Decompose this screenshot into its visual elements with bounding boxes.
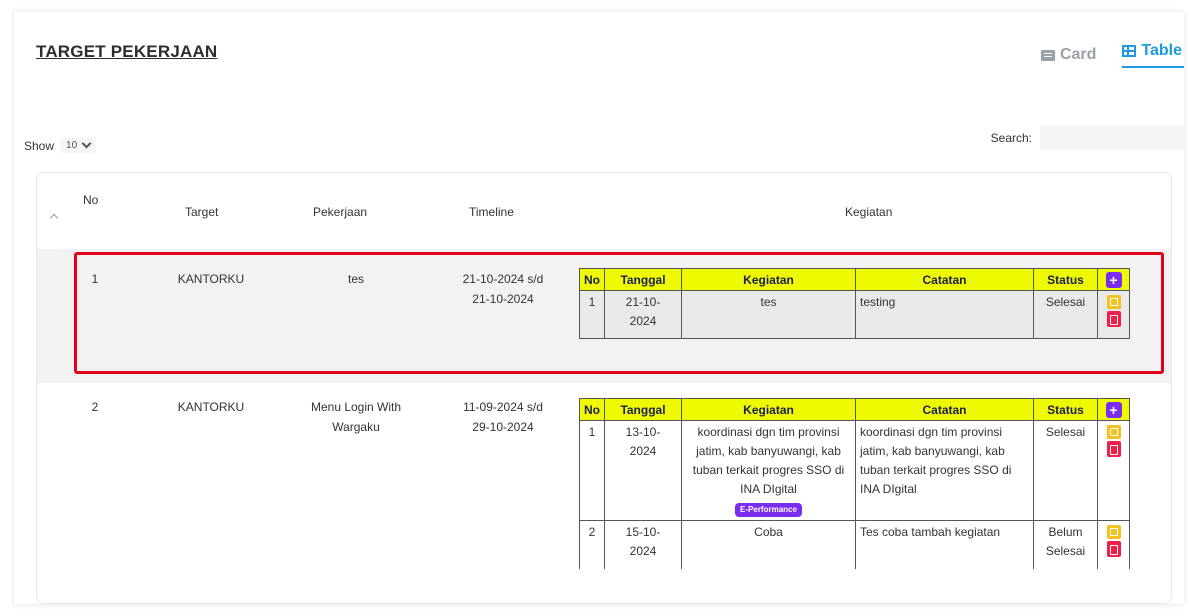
sub-header-actions: + <box>1097 398 1130 421</box>
sub-header-tanggal: Tanggal <box>604 268 682 291</box>
table-header: No Target Pekerjaan Timeline Kegiatan <box>37 173 1171 249</box>
show-label: Show <box>24 138 55 153</box>
kegiatan-subtable: No Tanggal Kegiatan Catatan Status + 1 2… <box>579 268 1130 339</box>
kegiatan-status: Selesai <box>1033 420 1098 521</box>
kegiatan-cell: koordinasi dgn tim provinsi jatim, kab b… <box>681 420 856 521</box>
table-icon <box>1122 45 1137 57</box>
sub-header-status: Status <box>1033 398 1098 421</box>
kegiatan-no: 1 <box>579 420 605 521</box>
column-header-no[interactable]: No <box>83 193 98 207</box>
kegiatan-status: Belum Selesai <box>1033 520 1098 569</box>
trash-icon[interactable] <box>1106 311 1121 327</box>
sub-header-kegiatan: Kegiatan <box>681 398 856 421</box>
column-header-pekerjaan[interactable]: Pekerjaan <box>313 205 367 219</box>
kegiatan-text: tes <box>681 290 856 339</box>
row-timeline: 21-10-2024 s/d 21-10-2024 <box>443 269 563 309</box>
search-label: Search: <box>990 131 1032 145</box>
edit-icon[interactable] <box>1106 525 1121 539</box>
edit-icon[interactable] <box>1106 425 1121 439</box>
row-target: KANTORKU <box>177 272 245 286</box>
kegiatan-text: Coba <box>681 520 856 569</box>
kegiatan-status: Selesai <box>1033 290 1098 339</box>
sub-header-no: No <box>579 398 605 421</box>
view-table-button[interactable]: Table <box>1122 42 1184 68</box>
view-table-label: Table <box>1141 42 1182 59</box>
kegiatan-catatan: koordinasi dgn tim provinsi jatim, kab b… <box>855 420 1034 521</box>
kegiatan-tanggal: 21-10- 2024 <box>604 290 682 339</box>
kegiatan-catatan: Tes coba tambah kegiatan <box>855 520 1034 569</box>
sub-header-catatan: Catatan <box>855 268 1034 291</box>
page-container: TARGET PEKERJAAN Card Table Show 10 Sear… <box>14 12 1184 604</box>
page-length-select[interactable]: 10 <box>60 138 97 153</box>
kegiatan-actions <box>1097 290 1130 339</box>
page-length-value: 10 <box>66 140 78 151</box>
target-table: No Target Pekerjaan Timeline Kegiatan 1 … <box>36 172 1172 604</box>
kegiatan-tanggal: 15-10- 2024 <box>604 520 682 569</box>
search-control: Search: <box>991 126 1184 150</box>
page-title: TARGET PEKERJAAN <box>36 42 218 61</box>
table-row: 2 KANTORKU Menu Login With Wargaku 11-09… <box>37 383 1171 603</box>
view-toggle: Card Table <box>1040 42 1184 68</box>
row-pekerjaan: tes <box>347 272 364 286</box>
kegiatan-subtable: No Tanggal Kegiatan Catatan Status + 1 1… <box>579 398 1130 569</box>
trash-icon[interactable] <box>1106 441 1121 457</box>
kegiatan-row: 1 21-10- 2024 tes testing Selesai <box>579 290 1130 339</box>
kegiatan-no: 1 <box>579 290 605 339</box>
kegiatan-no: 2 <box>579 520 605 569</box>
add-kegiatan-button[interactable]: + <box>1105 401 1122 418</box>
row-timeline: 11-09-2024 s/d 29-10-2024 <box>443 397 563 437</box>
timeline-end: 29-10-2024 <box>472 420 534 434</box>
sub-header-catatan: Catatan <box>855 398 1034 421</box>
column-header-timeline[interactable]: Timeline <box>469 205 514 219</box>
column-header-kegiatan[interactable]: Kegiatan <box>845 205 892 219</box>
view-card-label: Card <box>1059 46 1097 63</box>
kegiatan-row: 1 13-10- 2024 koordinasi dgn tim provinsi… <box>579 420 1130 521</box>
card-icon <box>1040 49 1055 61</box>
kegiatan-actions <box>1097 520 1130 569</box>
kegiatan-row: 2 15-10- 2024 Coba Tes coba tambah kegiat… <box>579 520 1130 569</box>
row-pekerjaan: Menu Login With Wargaku <box>310 400 402 434</box>
table-row: 1 KANTORKU tes 21-10-2024 s/d 21-10-2024… <box>37 249 1171 383</box>
edit-icon[interactable] <box>1106 295 1121 309</box>
kegiatan-catatan: testing <box>855 290 1034 339</box>
sub-header-no: No <box>579 268 605 291</box>
page-length-control: Show 10 <box>24 138 97 153</box>
view-card-button[interactable]: Card <box>1040 42 1097 68</box>
row-target: KANTORKU <box>177 400 245 414</box>
sub-header-tanggal: Tanggal <box>604 398 682 421</box>
timeline-end: 21-10-2024 <box>472 292 534 306</box>
chevron-down-icon <box>81 138 92 149</box>
row-no: 2 <box>91 400 99 414</box>
column-header-target[interactable]: Target <box>185 205 218 219</box>
e-performance-badge: E-Performance <box>735 503 802 517</box>
row-no: 1 <box>91 272 99 286</box>
timeline-start: 21-10-2024 s/d <box>462 272 544 286</box>
sort-icon[interactable] <box>49 213 59 223</box>
timeline-start: 11-09-2024 s/d <box>463 400 543 414</box>
kegiatan-actions <box>1097 420 1130 521</box>
sub-header-kegiatan: Kegiatan <box>681 268 856 291</box>
kegiatan-tanggal: 13-10- 2024 <box>604 420 682 521</box>
kegiatan-text: koordinasi dgn tim provinsi jatim, kab b… <box>692 425 845 496</box>
add-kegiatan-button[interactable]: + <box>1105 271 1122 288</box>
search-input[interactable] <box>1040 126 1184 150</box>
trash-icon[interactable] <box>1106 541 1121 557</box>
sub-header-actions: + <box>1097 268 1130 291</box>
sub-header-status: Status <box>1033 268 1098 291</box>
